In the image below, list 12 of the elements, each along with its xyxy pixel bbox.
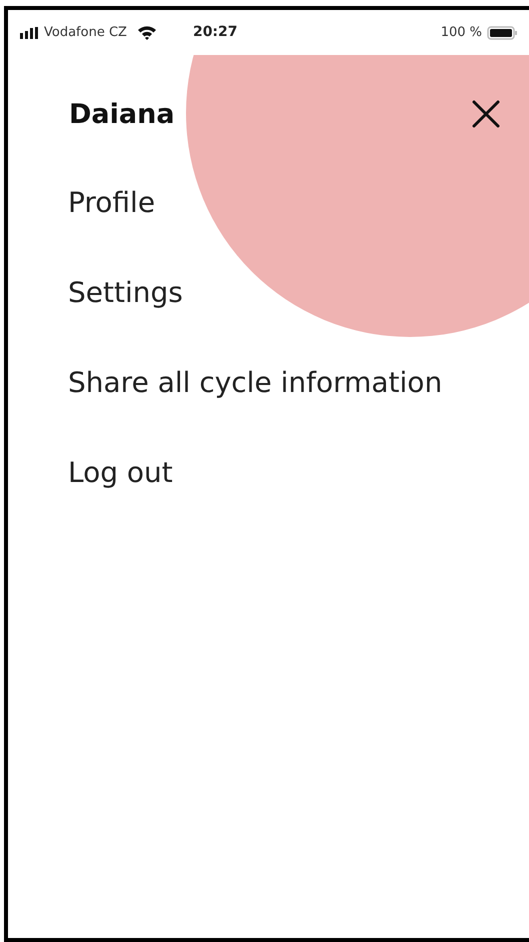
menu-item[interactable]: Log out: [68, 453, 173, 493]
battery-percent: 100 %: [440, 24, 482, 42]
wifi-icon: [136, 25, 157, 40]
status-time: 20:27: [192, 23, 238, 42]
battery-icon: [487, 26, 517, 40]
menu-item[interactable]: Share all cycle information: [68, 363, 442, 403]
carrier-name: Vodafone CZ: [44, 24, 127, 42]
menu-item[interactable]: Profile: [68, 183, 156, 223]
user-name: Daiana: [69, 100, 175, 128]
menu-item[interactable]: Settings: [68, 273, 183, 313]
signal-icon: [20, 26, 38, 38]
close-icon: [471, 99, 501, 129]
